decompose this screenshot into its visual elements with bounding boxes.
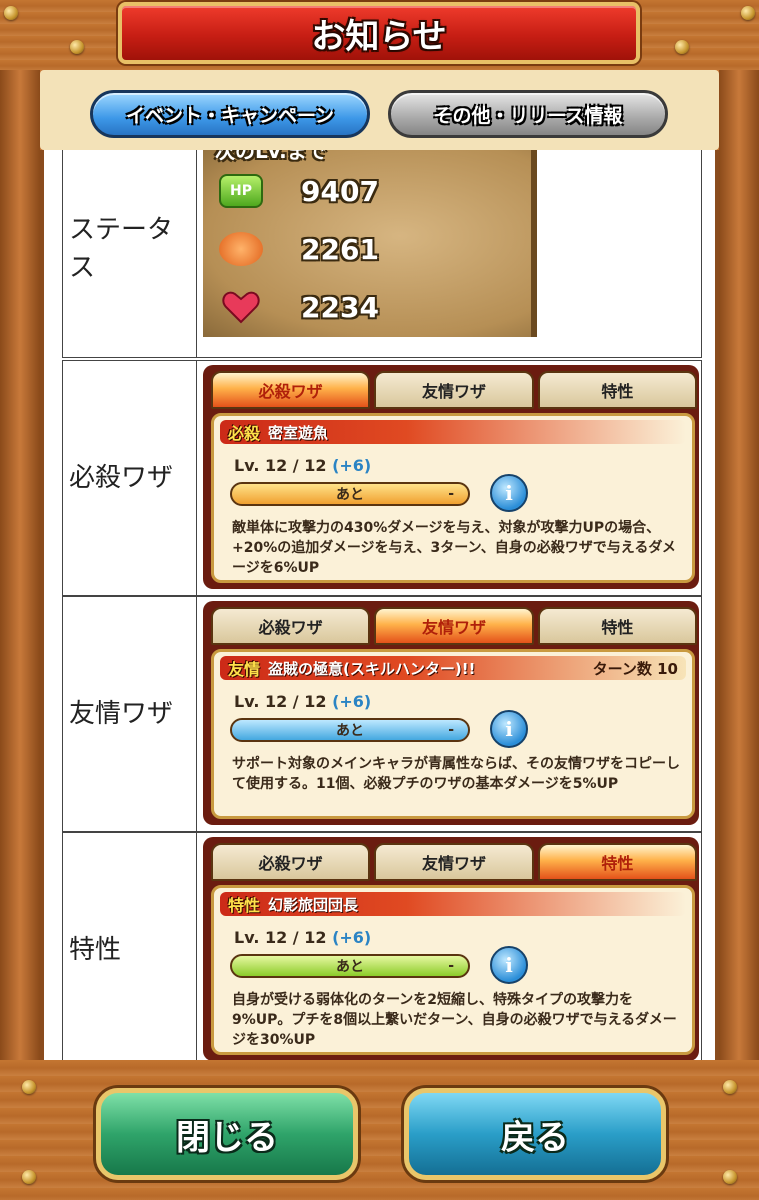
skill-header: 特性 幻影旅団団長 [220, 892, 686, 916]
skill-tab-special[interactable]: 必殺ワザ [211, 371, 371, 409]
friendship-skill-row-label: 友情ワザ [63, 597, 197, 831]
rivet [741, 6, 755, 20]
skill-bar-dash: - [448, 958, 454, 974]
skill-name: 密室遊魚 [268, 423, 329, 442]
skill-bar-text: あと [336, 723, 364, 739]
skill-body: 特性 幻影旅団団長 Lv. 12 / 12 (+6) あと - i 自身が受ける弱… [211, 885, 695, 1055]
skill-level-plus: (+6) [332, 692, 372, 711]
tab-bar: イベント・キャンペーン その他・リリース情報 [40, 70, 719, 150]
heart-icon [219, 290, 263, 324]
hp-icon: HP [219, 174, 263, 208]
skill-level-text: Lv. 12 / 12 [234, 928, 327, 947]
info-button[interactable]: i [490, 946, 528, 984]
info-button[interactable]: i [490, 474, 528, 512]
notice-content[interactable]: ステータス 次のLv.まで - HP 9407 2261 2234 必殺ワザ [40, 150, 719, 1060]
trait-panel: 必殺ワザ 友情ワザ 特性 特性 幻影旅団団長 Lv. 12 / 12 (+6) … [203, 837, 699, 1060]
rivet [723, 1080, 737, 1094]
skill-level-plus: (+6) [332, 928, 372, 947]
skill-level: Lv. 12 / 12 (+6) [234, 456, 371, 475]
skill-description: サポート対象のメインキャラが青属性ならば、その友情ワザをコピーして使用する。11… [232, 756, 680, 792]
skill-description: 敵単体に攻撃力の430%ダメージを与え、対象が攻撃力UPの場合、+20%の追加ダ… [232, 520, 676, 576]
skill-turn-count: ターン数 10 [592, 659, 678, 678]
special-skill-panel: 必殺ワザ 友情ワザ 特性 必殺 密室遊魚 Lv. 12 / 12 (+6) あと… [203, 365, 699, 589]
attack-value: 2261 [301, 232, 379, 266]
status-panel: 次のLv.まで - HP 9407 2261 2234 [203, 150, 537, 337]
rivet [723, 1170, 737, 1184]
skill-tab-trait[interactable]: 特性 [537, 371, 697, 409]
skill-badge: 特性 [228, 896, 261, 915]
rivet [22, 1170, 36, 1184]
skill-level-plus: (+6) [332, 456, 372, 475]
skill-badge: 友情 [228, 660, 261, 679]
skill-level: Lv. 12 / 12 (+6) [234, 928, 371, 947]
right-frame-strip [719, 0, 759, 1200]
left-frame-strip [0, 0, 40, 1200]
skill-body: 友情 盗賊の極意(スキルハンター)!! ターン数 10 Lv. 12 / 12 … [211, 649, 695, 819]
skill-bar-text: あと [336, 487, 364, 503]
skill-header: 必殺 密室遊魚 [220, 420, 686, 444]
attack-fist-icon [219, 232, 263, 266]
skill-badge: 必殺 [228, 424, 261, 443]
stat-attack: 2261 [219, 227, 519, 271]
skill-tabs: 必殺ワザ 友情ワザ 特性 [211, 371, 697, 411]
skill-header: 友情 盗賊の極意(スキルハンター)!! ターン数 10 [220, 656, 686, 680]
hp-value: 9407 [301, 174, 379, 208]
status-row-label: ステータス [63, 150, 197, 357]
skill-name: 盗賊の極意(スキルハンター)!! [268, 659, 476, 678]
tab-other-releases[interactable]: その他・リリース情報 [388, 90, 668, 138]
skill-tab-friendship[interactable]: 友情ワザ [374, 371, 534, 409]
rivet [22, 1080, 36, 1094]
trait-row-label: 特性 [63, 833, 197, 1060]
special-skill-row: 必殺ワザ 必殺ワザ 友情ワザ 特性 必殺 密室遊魚 Lv. 12 / 12 (+… [62, 360, 702, 596]
skill-tab-special[interactable]: 必殺ワザ [211, 607, 371, 645]
skill-tab-trait[interactable]: 特性 [537, 607, 697, 645]
skill-tab-special[interactable]: 必殺ワザ [211, 843, 371, 881]
special-skill-row-label: 必殺ワザ [63, 361, 197, 595]
info-button[interactable]: i [490, 710, 528, 748]
skill-name: 幻影旅団団長 [268, 895, 359, 914]
skill-bar-dash: - [448, 486, 454, 502]
skill-exp-bar: あと - [230, 954, 470, 978]
skill-bar-dash: - [448, 722, 454, 738]
friendship-skill-row: 友情ワザ 必殺ワザ 友情ワザ 特性 友情 盗賊の極意(スキルハンター)!! ター… [62, 596, 702, 832]
skill-tabs: 必殺ワザ 友情ワザ 特性 [211, 843, 697, 883]
back-button[interactable]: 戻る [404, 1088, 666, 1180]
skill-description: 自身が受ける弱体化のターンを2短縮し、特殊タイプの攻撃力を9%UP。プチを8個以… [232, 992, 677, 1048]
trait-row: 特性 必殺ワザ 友情ワザ 特性 特性 幻影旅団団長 Lv. 12 / 12 (+… [62, 832, 702, 1060]
close-button[interactable]: 閉じる [96, 1088, 358, 1180]
skill-level: Lv. 12 / 12 (+6) [234, 692, 371, 711]
next-level-label: 次のLv.まで [215, 150, 327, 163]
rivet [675, 40, 689, 54]
skill-tab-friendship[interactable]: 友情ワザ [374, 607, 534, 645]
stat-hp: HP 9407 [219, 169, 519, 213]
status-row: ステータス 次のLv.まで - HP 9407 2261 2234 [62, 150, 702, 358]
next-level-value: - [506, 150, 513, 156]
title-plate: お知らせ [118, 2, 640, 64]
speed-value: 2234 [301, 290, 379, 324]
page-title: お知らせ [311, 16, 447, 57]
skill-level-text: Lv. 12 / 12 [234, 692, 327, 711]
skill-tabs: 必殺ワザ 友情ワザ 特性 [211, 607, 697, 647]
skill-tab-friendship[interactable]: 友情ワザ [374, 843, 534, 881]
skill-body: 必殺 密室遊魚 Lv. 12 / 12 (+6) あと - i 敵単体に攻撃力の4… [211, 413, 695, 583]
friendship-skill-panel: 必殺ワザ 友情ワザ 特性 友情 盗賊の極意(スキルハンター)!! ターン数 10… [203, 601, 699, 825]
skill-level-text: Lv. 12 / 12 [234, 456, 327, 475]
tab-events-campaigns[interactable]: イベント・キャンペーン [90, 90, 370, 138]
rivet [70, 40, 84, 54]
skill-tab-trait[interactable]: 特性 [537, 843, 697, 881]
skill-exp-bar: あと - [230, 718, 470, 742]
skill-exp-bar: あと - [230, 482, 470, 506]
skill-bar-text: あと [336, 959, 364, 975]
stat-speed: 2234 [219, 285, 519, 329]
rivet [4, 6, 18, 20]
